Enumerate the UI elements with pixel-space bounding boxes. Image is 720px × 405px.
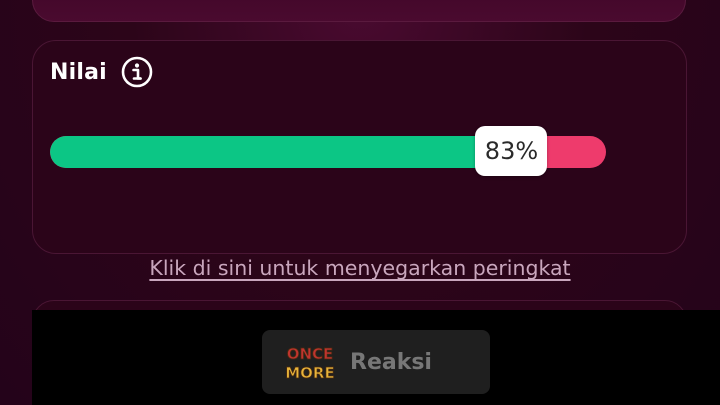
progress-fill [50,136,512,168]
refresh-ranking-link[interactable]: Klik di sini untuk menyegarkan peringkat [0,256,720,280]
score-header: Nilai [50,56,153,88]
bottom-bar: ONCE MORE Reaksi [32,310,720,405]
score-title: Nilai [50,59,107,85]
score-progress-bar [50,136,606,168]
once-more-logo: ONCE MORE [285,342,335,383]
previous-card [32,0,686,22]
info-icon[interactable] [121,56,153,88]
logo-word-once: ONCE [287,345,334,363]
react-button[interactable]: ONCE MORE Reaksi [262,330,490,394]
logo-word-more: MORE [285,364,334,382]
react-button-label: Reaksi [350,349,432,375]
